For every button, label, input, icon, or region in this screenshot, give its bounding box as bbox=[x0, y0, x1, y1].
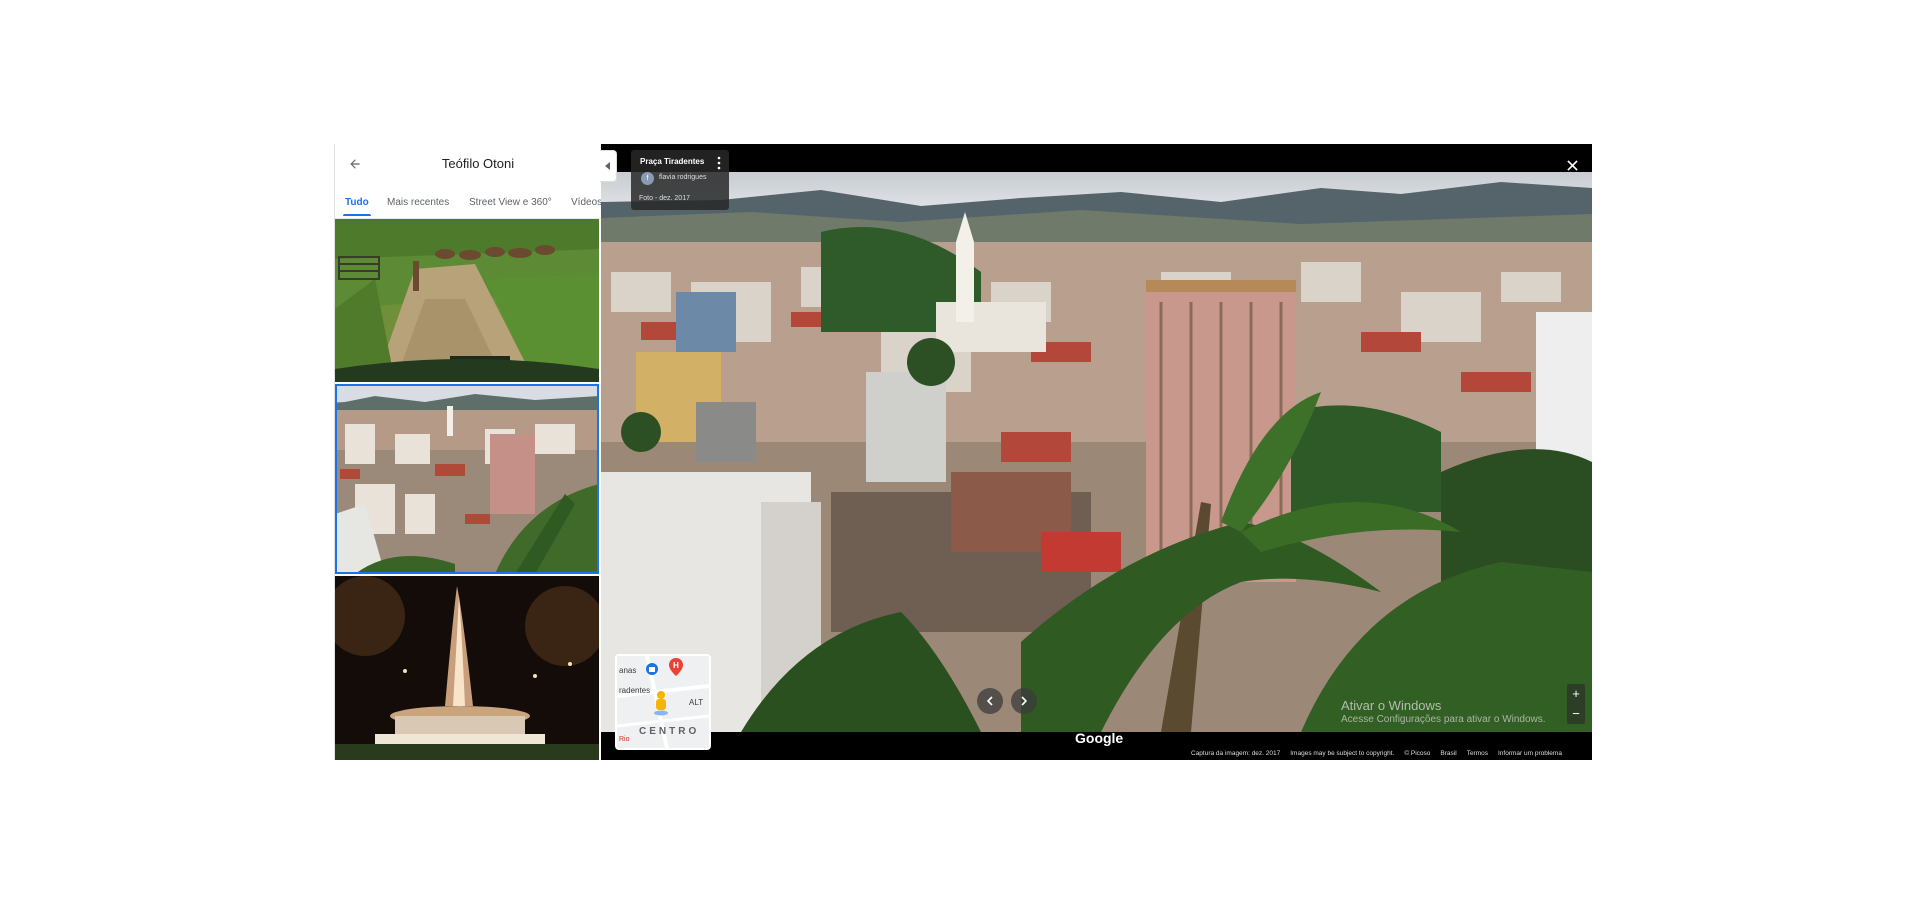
minimap-label: Rio bbox=[619, 736, 630, 743]
collapse-panel-button[interactable] bbox=[600, 150, 617, 182]
photo-place-title[interactable]: Praça Tiradentes bbox=[640, 157, 704, 166]
minimap-area-label: CENTRO bbox=[639, 726, 700, 737]
fountain-photo bbox=[335, 576, 599, 760]
tab-mais-recentes[interactable]: Mais recentes bbox=[387, 192, 449, 216]
zoom-in-button[interactable]: + bbox=[1567, 684, 1585, 704]
activation-watermark-title: Ativar o Windows bbox=[1341, 698, 1442, 713]
report-problem-link[interactable]: Informar um problema bbox=[1498, 750, 1562, 760]
minimap[interactable]: anas radentes ALT Rio H CENTRO bbox=[615, 654, 711, 750]
panel-header: Teófilo Otoni bbox=[335, 144, 601, 184]
shopping-pin-icon bbox=[646, 663, 658, 675]
author-avatar[interactable]: f bbox=[641, 172, 654, 185]
minimap-label: anas bbox=[619, 666, 637, 675]
capture-date: Captura da imagem: dez. 2017 bbox=[1191, 750, 1281, 757]
place-title: Teófilo Otoni bbox=[441, 156, 515, 171]
activation-watermark-subtitle: Acesse Configurações para ativar o Windo… bbox=[1341, 714, 1546, 725]
tab-tudo[interactable]: Tudo bbox=[343, 192, 371, 216]
tab-videos[interactable]: Vídeos bbox=[571, 192, 601, 216]
svg-text:H: H bbox=[673, 661, 679, 670]
photo-thumbnail[interactable] bbox=[335, 576, 599, 760]
copyright-notice: Images may be subject to copyright. bbox=[1290, 750, 1395, 757]
photos-panel: Teófilo Otoni Tudo Mais recentes Street … bbox=[334, 144, 601, 760]
tab-street-view[interactable]: Street View e 360° bbox=[469, 192, 552, 216]
photo-date: Foto - dez. 2017 bbox=[639, 195, 690, 202]
minimap-label: radentes bbox=[619, 686, 651, 695]
google-logo: Google bbox=[1075, 730, 1124, 746]
photo-thumbnail[interactable] bbox=[335, 219, 599, 382]
close-icon bbox=[1566, 159, 1578, 171]
pegman-icon bbox=[654, 691, 668, 716]
hospital-pin-icon: H bbox=[669, 658, 683, 676]
previous-photo-button[interactable] bbox=[977, 688, 1003, 714]
photo-viewer: Praça Tiradentes f flavia rodrigues Foto… bbox=[601, 144, 1592, 760]
chevron-right-icon bbox=[1021, 696, 1028, 706]
credit-link[interactable]: © Picoso bbox=[1404, 750, 1430, 760]
chevron-left-icon bbox=[986, 696, 993, 706]
minimap-label: ALT bbox=[689, 698, 704, 707]
caret-left-icon bbox=[605, 162, 610, 170]
terms-link[interactable]: Termos bbox=[1467, 750, 1488, 760]
arrow-left-icon bbox=[350, 159, 360, 169]
close-button[interactable] bbox=[1563, 156, 1581, 174]
more-vert-icon bbox=[717, 156, 721, 170]
panorama-photo[interactable] bbox=[601, 172, 1592, 732]
next-photo-button[interactable] bbox=[1011, 688, 1037, 714]
zoom-control: + − bbox=[1567, 684, 1585, 724]
photo-tabs: Tudo Mais recentes Street View e 360° Ví… bbox=[335, 192, 601, 219]
farm-photo bbox=[335, 219, 599, 382]
author-name[interactable]: flavia rodrigues bbox=[659, 174, 706, 181]
viewer-footer: Captura da imagem: dez. 2017 Images may … bbox=[1191, 750, 1562, 760]
country-link[interactable]: Brasil bbox=[1440, 750, 1456, 760]
back-button[interactable] bbox=[343, 152, 367, 176]
more-options-button[interactable] bbox=[714, 156, 724, 170]
photo-thumbnail-selected[interactable] bbox=[335, 384, 599, 574]
city-photo bbox=[335, 384, 599, 574]
zoom-out-button[interactable]: − bbox=[1567, 704, 1585, 724]
photo-info-card: Praça Tiradentes f flavia rodrigues Foto… bbox=[631, 150, 729, 210]
